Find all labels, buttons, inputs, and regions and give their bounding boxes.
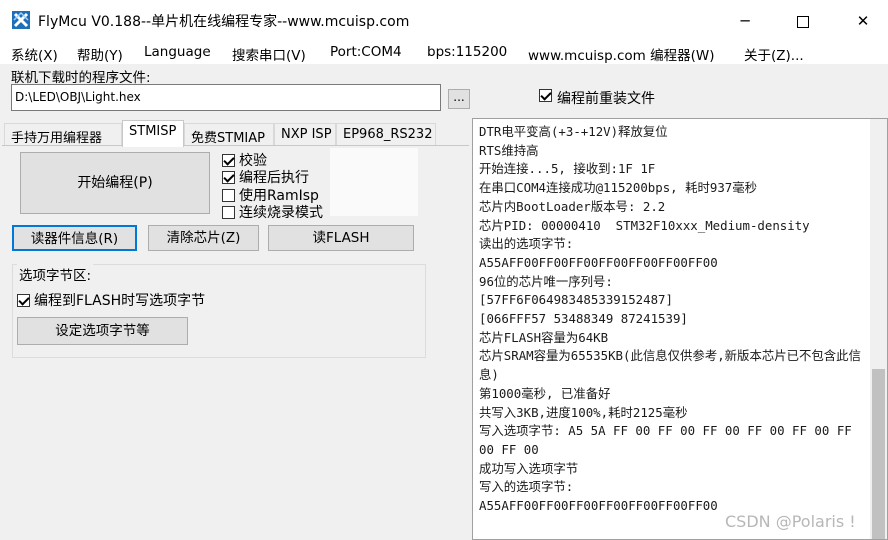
reload-before-program-label: 编程前重装文件 [557, 91, 655, 107]
log-line: A55AFF00FF00FF00FF00FF00FF00FF00 [479, 254, 718, 270]
read-device-info-button[interactable]: 读器件信息(R) [12, 225, 137, 251]
log-line: 第1000毫秒, 已准备好 [479, 385, 611, 401]
log-line: 写入选项字节: A5 5A FF 00 FF 00 FF 00 FF 00 FF… [479, 423, 860, 457]
menu-search-port[interactable]: 搜索串口(V) [232, 44, 306, 64]
log-scroll-thumb[interactable] [872, 369, 885, 539]
log-line: 芯片SRAM容量为65535KB(此信息仅供参考,新版本芯片已不包含此信息) [479, 348, 861, 383]
read-flash-button[interactable]: 读FLASH [268, 225, 414, 251]
run-after-program-checkbox[interactable] [222, 171, 235, 184]
log-line: RTS维持高 [479, 142, 539, 158]
minimize-icon: ─ [740, 12, 750, 30]
verify-checkbox[interactable] [222, 154, 235, 167]
log-line: 读出的选项字节: [479, 236, 574, 252]
log-line: 写入的选项字节: [479, 479, 574, 495]
maximize-button[interactable] [780, 0, 826, 42]
flymcu-logo-icon [12, 11, 30, 29]
window-title: FlyMcu V0.188--单片机在线编程专家--www.mcuisp.com [38, 14, 410, 30]
option-continuous-burn[interactable]: 连续烧录模式 [222, 202, 323, 222]
menu-programmer[interactable]: www.mcuisp.com 编程器(W) [528, 44, 714, 64]
continuous-burn-checkbox[interactable] [222, 206, 235, 219]
options-background [330, 148, 418, 216]
use-ramisp-checkbox[interactable] [222, 189, 235, 202]
close-button[interactable]: ✕ [840, 0, 886, 42]
menu-language[interactable]: Language [144, 44, 211, 60]
start-programming-button[interactable]: 开始编程(P) [20, 152, 210, 214]
watermark: CSDN @Polaris ! [725, 512, 856, 531]
title-bar: FlyMcu V0.188--单片机在线编程专家--www.mcuisp.com… [0, 0, 888, 42]
option-bytes-title: 选项字节区: [17, 264, 94, 284]
browse-button[interactable]: ... [448, 89, 470, 109]
log-line: DTR电平变高(+3-+12V)释放复位 [479, 124, 668, 139]
tab-stmisp[interactable]: STMISP [122, 120, 184, 147]
log-line: 芯片内BootLoader版本号: 2.2 [479, 198, 666, 214]
menu-port[interactable]: Port:COM4 [330, 44, 402, 60]
menu-bar: 系统(X) 帮助(Y) Language 搜索串口(V) Port:COM4 b… [0, 42, 888, 64]
reload-before-program-checkbox[interactable] [539, 89, 552, 102]
program-file-label: 联机下载时的程序文件: [11, 70, 151, 86]
tab-ep968[interactable]: EP968_RS232 [336, 123, 436, 146]
write-option-bytes-row[interactable]: 编程到FLASH时写选项字节 [17, 290, 205, 310]
minimize-button[interactable]: ─ [722, 0, 768, 42]
log-line: 芯片PID: 00000410 STM32F10xxx_Medium-densi… [479, 217, 810, 233]
log-line: 在串口COM4连接成功@115200bps, 耗时937毫秒 [479, 180, 758, 196]
close-icon: ✕ [856, 12, 870, 30]
menu-help[interactable]: 帮助(Y) [77, 44, 123, 64]
write-option-bytes-label: 编程到FLASH时写选项字节 [34, 293, 206, 309]
log-line: [066FFF57 53488349 87241539] [479, 311, 688, 327]
log-line: 芯片FLASH容量为64KB [479, 329, 609, 345]
log-output[interactable]: DTR电平变高(+3-+12V)释放复位 RTS维持高 开始连接...5, 接收… [472, 118, 888, 540]
menu-bps[interactable]: bps:115200 [427, 44, 507, 60]
write-option-bytes-checkbox[interactable] [17, 294, 30, 307]
continuous-burn-label: 连续烧录模式 [239, 205, 323, 221]
maximize-icon [797, 15, 809, 28]
log-line: 96位的芯片唯一序列号: [479, 273, 613, 289]
tab-strip: 手持万用编程器 STMISP 免费STMIAP NXP ISP EP968_RS… [0, 120, 470, 147]
menu-system[interactable]: 系统(X) [11, 44, 58, 64]
log-lines: DTR电平变高(+3-+12V)释放复位 RTS维持高 开始连接...5, 接收… [479, 123, 864, 516]
tab-free-stmiap[interactable]: 免费STMIAP [184, 123, 274, 146]
menu-about[interactable]: 关于(Z)... [744, 44, 804, 64]
log-line: 开始连接...5, 接收到:1F 1F [479, 161, 656, 177]
erase-chip-button[interactable]: 清除芯片(Z) [148, 225, 259, 251]
tab-universal-programmer[interactable]: 手持万用编程器 [4, 123, 122, 146]
set-option-bytes-button[interactable]: 设定选项字节等 [17, 317, 188, 345]
run-after-program-label: 编程后执行 [239, 170, 309, 186]
option-run-after-program[interactable]: 编程后执行 [222, 167, 309, 187]
log-scrollbar[interactable] [870, 119, 887, 539]
log-line: 共写入3KB,进度100%,耗时2125毫秒 [479, 404, 688, 420]
log-line: [57FF6F064983485339152487] [479, 292, 673, 308]
tab-nxp-isp[interactable]: NXP ISP [274, 123, 336, 146]
program-file-input[interactable]: D:\LED\OBJ\Light.hex [11, 84, 441, 111]
log-line: 成功写入选项字节 [479, 460, 579, 476]
